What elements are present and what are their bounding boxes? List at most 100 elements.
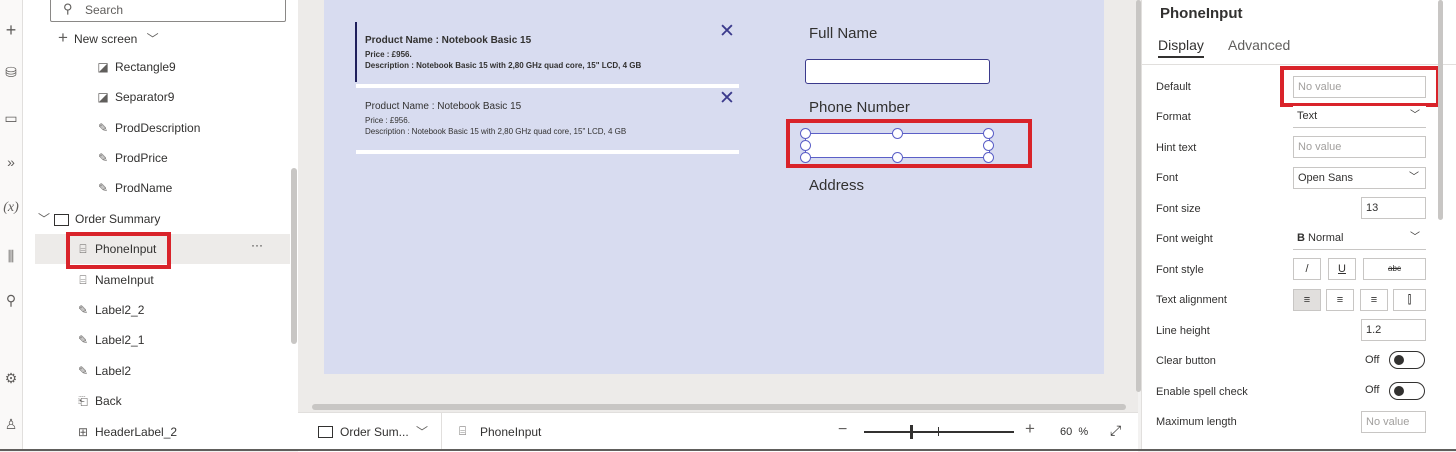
variables-icon[interactable]: (x) [0, 200, 22, 216]
highlight-box [786, 119, 1032, 168]
plus-icon: + [58, 28, 68, 47]
chevron-down-icon: ﹀ [1409, 172, 1419, 183]
edit-icon: ✎ [97, 181, 109, 195]
zoom-out-icon[interactable]: − [838, 421, 847, 439]
font-weight-dropdown[interactable]: B Normal ﹀ [1293, 228, 1426, 250]
tree-item-label: HeaderLabel_2 [95, 425, 178, 439]
edit-icon: ✎ [77, 333, 89, 347]
tree-item-label2-2[interactable]: ✎ Label2_2 [75, 296, 144, 324]
align-justify-icon[interactable]: ⫿ [1393, 289, 1426, 311]
format-dropdown[interactable]: Text ﹀ [1293, 106, 1426, 128]
close-icon[interactable]: ✕ [719, 87, 735, 110]
italic-button[interactable]: / [1293, 258, 1321, 280]
left-rail: + ⛁ ▭ » (x) ⫼ ⚲ ⚙ ♙ [0, 0, 23, 451]
close-icon[interactable]: ✕ [719, 20, 735, 43]
tree-item-back[interactable]: ⎗ Back [75, 387, 122, 415]
highlight-box [66, 232, 171, 269]
zoom-unit: % [1078, 426, 1089, 438]
zoom-in-icon[interactable]: + [1025, 419, 1035, 439]
properties-scrollbar[interactable] [1438, 0, 1443, 220]
divider [1142, 64, 1456, 65]
tree-item-label: Label2_1 [95, 333, 145, 347]
strikethrough-button[interactable]: abc [1363, 258, 1426, 280]
tree-scrollbar[interactable] [291, 168, 297, 344]
properties-panel: PhoneInput Display Advanced Default No v… [1141, 0, 1456, 451]
search-icon: ⚲ [63, 1, 73, 16]
selected-item-indicator [355, 22, 357, 82]
tab-display[interactable]: Display [1158, 37, 1204, 53]
tab-advanced[interactable]: Advanced [1228, 37, 1290, 53]
new-screen-button[interactable]: + New screen ﹀ [58, 24, 159, 52]
app-screen[interactable] [324, 0, 1104, 374]
tree-item-rectangle9[interactable]: ◪ Rectangle9 [95, 53, 175, 81]
tree-item-prodprice[interactable]: ✎ ProdPrice [95, 144, 168, 172]
default-label: Default [1156, 81, 1191, 93]
more-options-icon[interactable]: ··· [251, 238, 263, 252]
power-automate-icon[interactable]: » [0, 154, 22, 170]
font-weight-label: Font weight [1156, 233, 1213, 245]
tree-item-label2[interactable]: ✎ Label2 [75, 357, 131, 385]
zoom-slider[interactable] [864, 431, 1014, 433]
align-left-icon[interactable]: ≡ [1293, 289, 1321, 311]
zoom-slider-tick [938, 427, 939, 436]
chevron-down-icon[interactable]: ﹀ [416, 423, 428, 440]
tree-item-proddescription[interactable]: ✎ ProdDescription [95, 114, 200, 142]
account-icon[interactable]: ♙ [0, 416, 22, 433]
phone-number-label: Phone Number [809, 99, 910, 116]
tree-item-label2-1[interactable]: ✎ Label2_1 [75, 326, 144, 354]
separator [356, 150, 739, 154]
breadcrumb-divider [441, 413, 442, 451]
search-placeholder: Search [85, 3, 124, 17]
maximum-length-input[interactable]: No value [1361, 411, 1426, 433]
tab-active-indicator [1158, 56, 1204, 58]
font-weight-value: Normal [1308, 232, 1344, 244]
tree-item-separator9[interactable]: ◪ Separator9 [95, 83, 174, 111]
screen-selector[interactable]: Order Sum... [340, 425, 409, 439]
font-size-input[interactable]: 13 [1361, 197, 1426, 219]
tree-item-label: Label2 [95, 364, 132, 378]
clear-button-toggle[interactable] [1389, 351, 1425, 369]
status-bar: Order Sum... ﹀ ⌸ PhoneInput − + 60 % ⤢ [298, 412, 1138, 452]
chevron-down-icon: ﹀ [38, 212, 51, 226]
separator [356, 84, 739, 88]
tree-item-nameinput[interactable]: ⌸ NameInput [75, 266, 153, 294]
tree-item-headerlabel2[interactable]: ⊞ HeaderLabel_2 [75, 418, 177, 446]
align-right-icon[interactable]: ≡ [1360, 289, 1388, 311]
product-description: Description : Notebook Basic 15 with 2,8… [365, 127, 627, 136]
zoom-slider-thumb[interactable] [910, 425, 913, 439]
product-name: Product Name : Notebook Basic 15 [365, 35, 532, 46]
address-label: Address [809, 177, 865, 194]
font-style-label: Font style [1156, 264, 1204, 276]
settings-icon[interactable]: ⚙ [0, 370, 22, 387]
plus-icon[interactable]: + [0, 20, 22, 41]
textinput-icon: ⌸ [459, 424, 467, 438]
search-icon[interactable]: ⚲ [0, 292, 22, 309]
tree-item-label: ProdPrice [115, 151, 168, 165]
control-breadcrumb[interactable]: PhoneInput [480, 425, 541, 439]
toggle-knob [1394, 386, 1404, 396]
fit-to-window-icon[interactable]: ⤢ [1110, 422, 1121, 439]
tree-item-prodname[interactable]: ✎ ProdName [95, 174, 172, 202]
clear-button-value: Off [1365, 354, 1380, 366]
spell-check-toggle[interactable] [1389, 382, 1425, 400]
bold-icon: B [1297, 232, 1305, 244]
align-center-icon[interactable]: ≡ [1326, 289, 1354, 311]
tree-group-order-summary[interactable]: ﹀ Order Summary [38, 205, 160, 233]
search-input[interactable]: ⚲ Search [50, 0, 286, 22]
name-input[interactable] [805, 59, 990, 84]
tree-item-label: ProdDescription [115, 121, 201, 135]
textinput-icon: ⌸ [79, 273, 87, 287]
line-height-input[interactable]: 1.2 [1361, 319, 1426, 341]
underline-button[interactable]: U [1328, 258, 1356, 280]
toggle-knob [1394, 355, 1404, 365]
font-dropdown[interactable]: Open Sans ﹀ [1293, 167, 1426, 189]
screen-icon [318, 426, 333, 438]
media-icon[interactable]: ▭ [0, 110, 22, 127]
spell-check-label: Enable spell check [1156, 386, 1248, 398]
product-price: Price : £956. [365, 116, 410, 125]
hint-text-input[interactable]: No value [1293, 136, 1426, 158]
canvas-horizontal-scrollbar[interactable] [312, 404, 1126, 410]
tools-icon[interactable]: ⫼ [0, 248, 22, 265]
database-icon[interactable]: ⛁ [0, 64, 22, 81]
format-label: Format [1156, 111, 1191, 123]
